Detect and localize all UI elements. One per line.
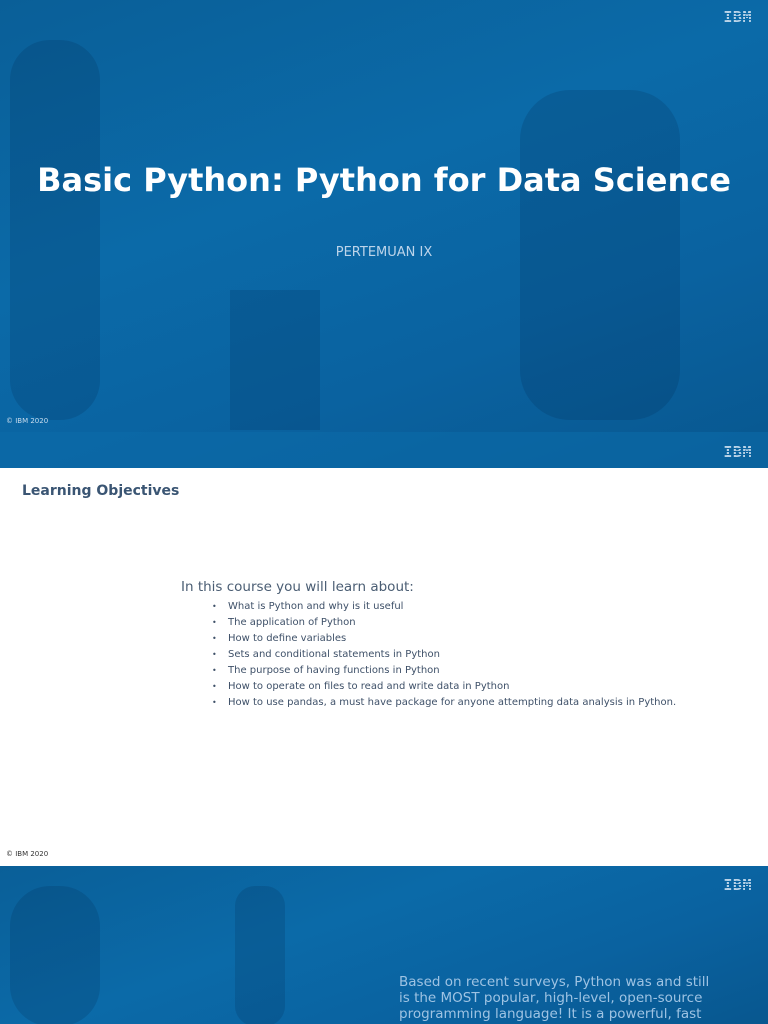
slide-text: Based on recent surveys, Python was and … <box>399 974 710 1022</box>
list-item: How to define variables <box>212 631 676 647</box>
list-item: Sets and conditional statements in Pytho… <box>212 647 676 663</box>
slide-heading: Learning Objectives <box>22 483 180 499</box>
background-person <box>10 40 100 420</box>
footer-band <box>0 432 768 468</box>
ibm-logo: IBM <box>723 8 752 26</box>
background-person <box>10 886 100 1024</box>
slide-title: Basic Python: Python for Data Science <box>37 161 731 199</box>
copyright: © IBM 2020 <box>6 417 49 425</box>
intro-text: In this course you will learn about: <box>181 579 414 595</box>
list-item: The application of Python <box>212 615 676 631</box>
list-item: How to use pandas, a must have package f… <box>212 695 676 711</box>
slide-subtitle: PERTEMUAN IX <box>335 245 433 260</box>
title-slide: IBM Basic Python: Python for Data Scienc… <box>0 0 768 468</box>
list-item: What is Python and why is it useful <box>212 599 676 615</box>
ibm-logo: IBM <box>723 876 752 894</box>
python-intro-slide: IBM Based on recent surveys, Python was … <box>0 866 768 1024</box>
list-item: How to operate on files to read and writ… <box>212 679 676 695</box>
ibm-logo: IBM <box>723 443 752 461</box>
background-person <box>235 886 285 1024</box>
copyright: © IBM 2020 <box>6 850 49 858</box>
list-item: The purpose of having functions in Pytho… <box>212 663 676 679</box>
learning-objectives-slide: Learning Objectives In this course you w… <box>0 469 768 866</box>
background-desk <box>230 290 320 430</box>
objectives-list: What is Python and why is it useful The … <box>212 599 676 711</box>
